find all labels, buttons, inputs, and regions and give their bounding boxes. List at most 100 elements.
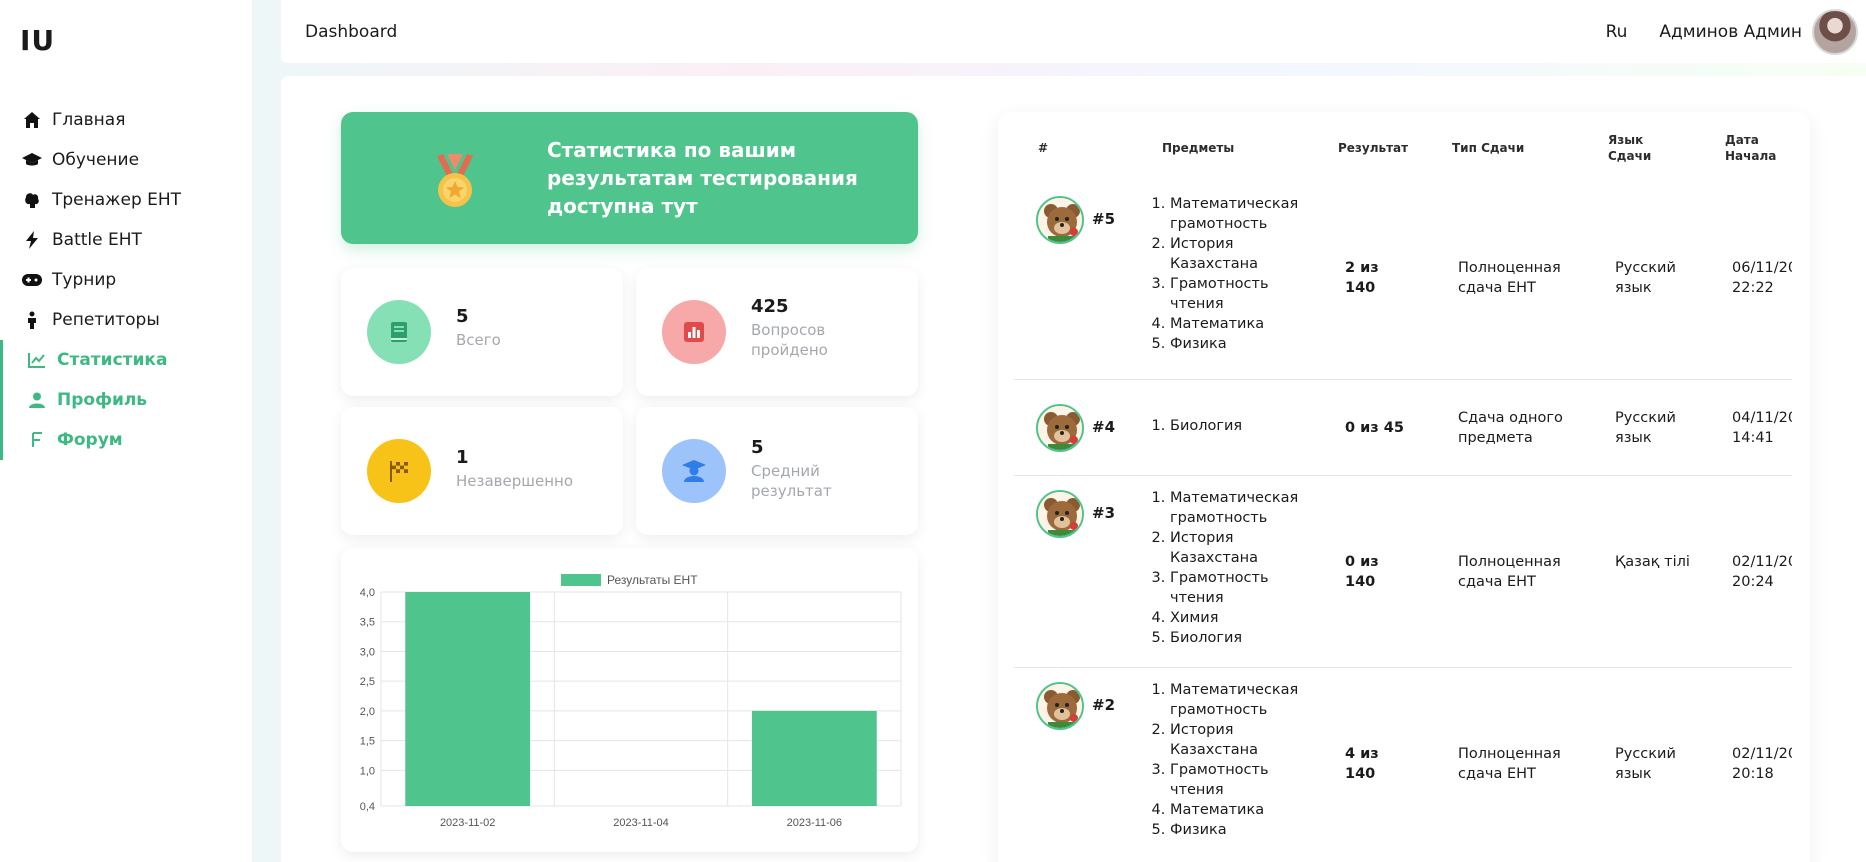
stat-value: 1: [456, 447, 469, 468]
bear-avatar-icon: [1036, 682, 1084, 730]
header-right: Ru Админов Админ: [1606, 8, 1858, 55]
bar-chart-icon: [662, 300, 726, 364]
sidebar-nav: Главная Обучение Тренажер ЕНТ Battle ЕНТ…: [0, 100, 253, 460]
bar[interactable]: [751, 710, 877, 806]
bear-avatar-icon: [1036, 404, 1084, 452]
sidebar-item-tournament[interactable]: Турнир: [0, 260, 253, 300]
sidebar-item-learning[interactable]: Обучение: [0, 140, 253, 180]
language-switcher[interactable]: Ru: [1606, 22, 1628, 42]
stat-label: Незавершенно: [456, 472, 574, 490]
forum-f-icon: [27, 430, 47, 450]
sidebar-item-battle[interactable]: Battle ЕНТ: [0, 220, 253, 260]
stat-value: 5: [751, 437, 764, 458]
subject-item: Грамотность чтения: [1170, 568, 1300, 608]
table-header-type: Тип Сдачи: [1452, 141, 1525, 155]
legend-swatch[interactable]: [561, 574, 601, 586]
user-icon: [27, 390, 47, 410]
row-start-date: 02/11/2023 20:18: [1732, 746, 1792, 782]
x-tick-label: 2023-11-06: [787, 817, 842, 829]
stat-card-questions: 425 Вопросов пройдено: [636, 268, 918, 396]
sidebar-item-label: Репетиторы: [52, 310, 160, 330]
row-result: 0 из 140: [1345, 554, 1379, 590]
bolt-icon: [22, 230, 42, 250]
row-number: #4: [1092, 418, 1116, 436]
row-number: #3: [1092, 504, 1116, 522]
sidebar-item-statistics[interactable]: Статистика: [0, 340, 253, 380]
subject-item: Химия: [1170, 608, 1300, 628]
subjects-list: Математическая грамотностьИстория Казахс…: [1150, 680, 1300, 840]
statistics-banner[interactable]: Статистика по вашим результатам тестиров…: [341, 112, 918, 244]
results-bar-chart: 4,0 3,5 3,0 2,5 2,0 1,5 1,0 0,4 2023-11-02 2023-…: [360, 573, 902, 829]
stat-value: 425: [751, 296, 789, 317]
stat-label: Всего: [456, 331, 501, 349]
results-table: # Предметы Результат Тип Сдачи Язык Сдач…: [998, 112, 1810, 862]
graduate-user-icon: [662, 439, 726, 503]
subject-item: Математика: [1170, 314, 1300, 334]
subject-item: История Казахстана: [1170, 528, 1300, 568]
brain-icon: [22, 190, 42, 210]
sidebar-item-label: Турнир: [52, 270, 117, 290]
y-tick-label: 2,0: [360, 706, 375, 718]
sidebar-item-tutors[interactable]: Репетиторы: [0, 300, 253, 340]
stat-value: 5: [456, 306, 469, 327]
sidebar-item-label: Профиль: [57, 390, 148, 410]
sidebar-item-label: Главная: [52, 110, 126, 130]
table-row[interactable]: #4 Биология 0 из 45 Сдача одного предмета Ру…: [1014, 380, 1792, 476]
user-name[interactable]: Админов Админ: [1659, 22, 1802, 42]
row-start-date: 06/11/2023 22:22: [1732, 260, 1792, 296]
table-row[interactable]: #5 Математическая грамотностьИстория Каза…: [1014, 182, 1792, 380]
sidebar-item-profile[interactable]: Профиль: [0, 380, 253, 420]
sidebar-item-trainer[interactable]: Тренажер ЕНТ: [0, 180, 253, 220]
sidebar-item-label: Battle ЕНТ: [52, 230, 142, 250]
y-tick-label: 3,5: [360, 617, 375, 629]
y-tick-label: 4,0: [360, 587, 375, 599]
sidebar: IU Главная Обучение Тренажер ЕНТ Battle …: [0, 0, 253, 862]
subject-item: Математическая грамотность: [1170, 680, 1300, 720]
sidebar-item-label: Тренажер ЕНТ: [52, 190, 182, 210]
row-exam-type: Полноценная сдача ЕНТ: [1458, 554, 1561, 590]
medal-icon: [425, 152, 485, 212]
row-exam-type: Сдача одного предмета: [1458, 410, 1563, 446]
logo[interactable]: IU: [20, 24, 55, 57]
row-result: 0 из 45: [1345, 420, 1404, 436]
sidebar-item-forum[interactable]: Форум: [0, 420, 253, 460]
top-header: Dashboard Ru Админов Админ: [281, 0, 1866, 63]
subjects-list: Математическая грамотностьИстория Казахс…: [1150, 488, 1300, 648]
row-exam-type: Полноценная сдача ЕНТ: [1458, 746, 1561, 782]
subject-item: Биология: [1170, 416, 1300, 436]
stat-card-unfinished: 1 Незавершенно: [341, 407, 623, 535]
row-language: Русский язык: [1615, 260, 1676, 296]
y-tick-label: 1,0: [360, 765, 375, 777]
subject-item: Математическая грамотность: [1170, 194, 1300, 234]
chart-line-icon: [27, 350, 47, 370]
subject-item: Физика: [1170, 820, 1300, 840]
sidebar-item-label: Статистика: [57, 350, 168, 370]
row-start-date: 04/11/2023 14:41: [1732, 410, 1792, 446]
home-icon: [22, 110, 42, 130]
table-row[interactable]: #3 Математическая грамотностьИстория Каза…: [1014, 476, 1792, 668]
stat-label: Вопросов пройдено: [751, 321, 828, 359]
table-header-num: #: [1038, 141, 1049, 155]
y-tick-label: 3,0: [360, 646, 375, 658]
table-header-result: Результат: [1338, 141, 1409, 155]
y-tick-label: 0,4: [360, 801, 375, 813]
sidebar-item-label: Форум: [57, 430, 123, 450]
row-exam-type: Полноценная сдача ЕНТ: [1458, 260, 1561, 296]
subject-item: История Казахстана: [1170, 720, 1300, 760]
avatar[interactable]: [1812, 8, 1858, 55]
subject-item: Грамотность чтения: [1170, 760, 1300, 800]
stat-card-average: 5 Средний результат: [636, 407, 918, 535]
bar[interactable]: [405, 592, 531, 806]
subject-item: Математика: [1170, 800, 1300, 820]
book-icon: [367, 300, 431, 364]
subjects-list: Биология: [1150, 416, 1300, 436]
legend-label[interactable]: Результаты ЕНТ: [607, 573, 698, 587]
sidebar-item-home[interactable]: Главная: [0, 100, 253, 140]
row-language: Русский язык: [1615, 410, 1676, 446]
subject-item: Биология: [1170, 628, 1300, 648]
row-number: #2: [1092, 696, 1116, 714]
results-chart-card: 4,0 3,5 3,0 2,5 2,0 1,5 1,0 0,4 2023-11-02 2023-…: [341, 548, 918, 852]
stat-card-total: 5 Всего: [341, 268, 623, 396]
sidebar-item-label: Обучение: [52, 150, 140, 170]
table-row[interactable]: #2 Математическая грамотностьИстория Каза…: [1014, 668, 1792, 862]
